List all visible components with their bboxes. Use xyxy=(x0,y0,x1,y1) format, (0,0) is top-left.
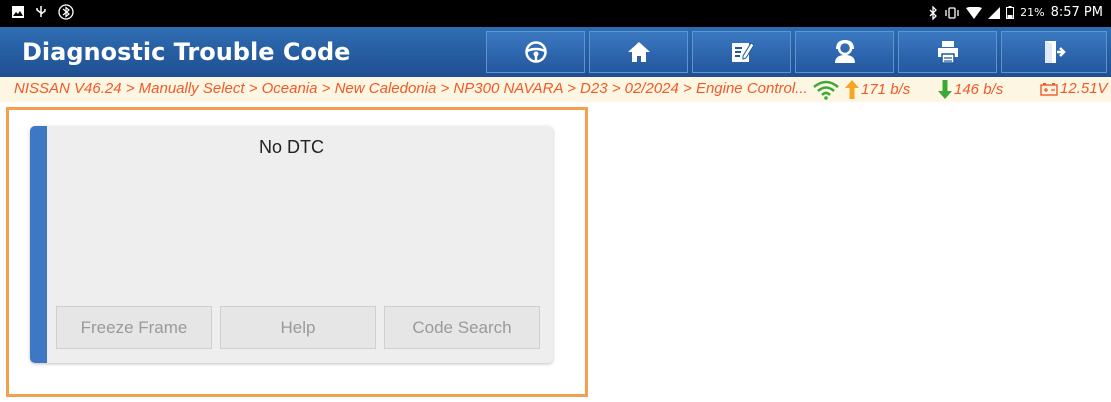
upload-speed: 171 b/s xyxy=(845,80,910,99)
title-bar: Diagnostic Trouble Code xyxy=(0,27,1111,77)
edit-report-icon xyxy=(731,42,754,62)
card-accent-bar xyxy=(30,126,47,363)
exit-button[interactable] xyxy=(1001,31,1107,73)
home-button[interactable] xyxy=(589,31,688,73)
code-search-button[interactable]: Code Search xyxy=(384,306,540,349)
status-bar: 21% 8:57 PM xyxy=(0,0,1111,27)
printer-icon xyxy=(937,41,958,64)
home-icon xyxy=(627,42,650,62)
clock: 8:57 PM xyxy=(1050,5,1103,20)
upload-arrow-icon xyxy=(845,80,859,99)
dtc-message: No DTC xyxy=(258,137,324,157)
print-button[interactable] xyxy=(898,31,997,73)
bluetooth-circle-icon xyxy=(58,4,74,20)
page-title: Diagnostic Trouble Code xyxy=(22,38,351,66)
download-speed-value: 146 b/s xyxy=(954,81,1004,98)
wifi-icon xyxy=(813,80,839,100)
usb-icon xyxy=(36,6,46,17)
battery-voltage: 12.51V xyxy=(1040,80,1108,97)
vibrate-icon xyxy=(945,6,959,19)
battery-icon xyxy=(1006,6,1015,19)
car-battery-icon xyxy=(1040,82,1058,96)
image-notification-icon xyxy=(12,6,24,18)
status-left-icons xyxy=(12,4,74,20)
vehicle-button[interactable] xyxy=(486,31,585,73)
wifi-status-icon xyxy=(966,6,983,19)
battery-percent: 21% xyxy=(1020,6,1045,19)
upload-speed-value: 171 b/s xyxy=(861,81,911,98)
signal-icon xyxy=(988,6,1001,19)
bluetooth-icon xyxy=(929,5,938,20)
breadcrumb: NISSAN V46.24 > Manually Select > Oceani… xyxy=(14,80,808,97)
status-right-icons: 21% 8:57 PM xyxy=(928,5,1103,20)
exit-icon xyxy=(1045,41,1066,63)
battery-voltage-value: 12.51V xyxy=(1060,80,1108,97)
freeze-frame-button[interactable]: Freeze Frame xyxy=(56,306,212,349)
remote-support-icon xyxy=(834,40,855,63)
dtc-card: No DTC Freeze Frame Help Code Search xyxy=(30,126,553,363)
remote-support-button[interactable] xyxy=(795,31,894,73)
breadcrumb-bar: NISSAN V46.24 > Manually Select > Oceani… xyxy=(0,77,1111,102)
download-speed: 146 b/s xyxy=(938,80,1003,99)
help-button[interactable]: Help xyxy=(220,306,376,349)
report-button[interactable] xyxy=(692,31,791,73)
dtc-panel: No DTC Freeze Frame Help Code Search xyxy=(6,107,588,397)
download-arrow-icon xyxy=(938,80,952,99)
steering-wheel-icon xyxy=(524,41,547,63)
